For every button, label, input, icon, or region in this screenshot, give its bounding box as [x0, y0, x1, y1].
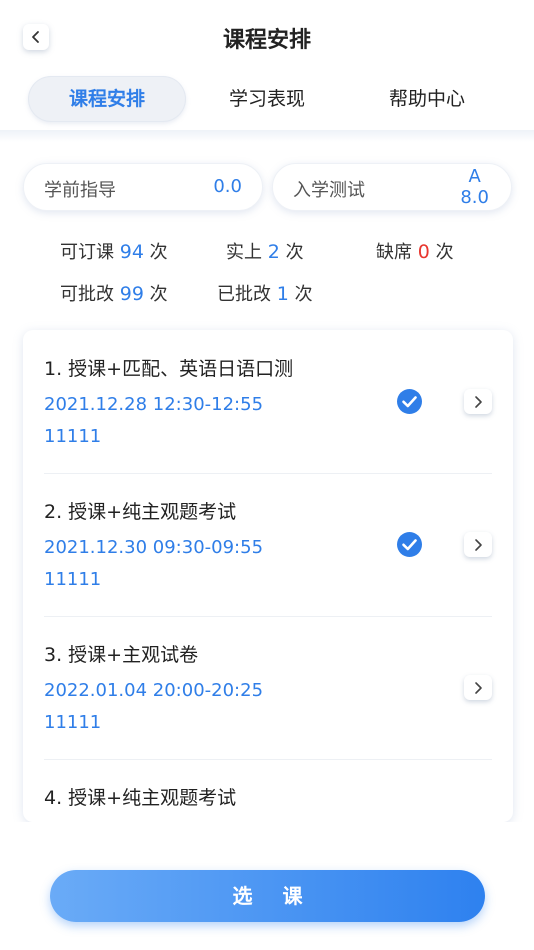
stat-attended-count: 2 [267, 241, 280, 263]
chevron-right-icon [475, 681, 482, 694]
stat-bookable-unit: 次 [149, 242, 168, 263]
stat-bookable-count: 94 [119, 241, 144, 263]
select-course-button[interactable]: 选课 [50, 870, 485, 922]
lesson-item[interactable]: 2. 授课+纯主观题考试 2021.12.30 09:30-09:55 1111… [23, 473, 513, 616]
check-circle-icon [397, 389, 422, 414]
lesson-name: 2. 授课+纯主观题考试 [44, 501, 237, 523]
stat-absent-unit: 次 [435, 242, 454, 263]
lesson-name: 1. 授课+匹配、英语日语口测 [44, 358, 294, 380]
lesson-item[interactable]: 4. 授课+纯主观题考试 [23, 759, 513, 822]
tab-learning-performance[interactable]: 学习表现 [188, 76, 346, 122]
stat-bookable: 可订课 94 次 [60, 238, 168, 264]
entrance-test-score: A 8.0 [460, 166, 489, 208]
tab-course-schedule[interactable]: 课程安排 [28, 76, 186, 122]
stat-to-grade: 可批改 99 次 [60, 280, 168, 306]
pre-guide-value: 0.0 [213, 176, 242, 197]
lesson-detail-button[interactable] [464, 532, 492, 557]
lesson-list: 1. 授课+匹配、英语日语口测 2021.12.28 12:30-12:55 1… [23, 330, 513, 822]
stat-absent-count: 0 [417, 241, 430, 263]
lesson-time: 2021.12.30 09:30-09:55 [44, 537, 264, 558]
chevron-right-icon [475, 395, 482, 408]
stat-to-grade-label: 可批改 [60, 284, 114, 305]
lesson-time: 2021.12.28 12:30-12:55 [44, 394, 264, 415]
lesson-name: 3. 授课+主观试卷 [44, 644, 199, 666]
tab-bar: 课程安排 学习表现 帮助中心 [0, 76, 534, 124]
stat-absent-label: 缺席 [376, 242, 412, 263]
stat-attended-unit: 次 [285, 242, 304, 263]
stat-graded-count: 1 [276, 283, 289, 305]
stat-graded-label: 已批改 [217, 284, 271, 305]
lesson-detail-button[interactable] [464, 389, 492, 414]
chevron-right-icon [475, 538, 482, 551]
stat-graded-unit: 次 [294, 284, 313, 305]
stat-to-grade-unit: 次 [149, 284, 168, 305]
lesson-detail-button[interactable] [464, 675, 492, 700]
stat-bookable-label: 可订课 [60, 242, 114, 263]
pre-guide-pill[interactable]: 学前指导 0.0 [23, 163, 263, 211]
lesson-time: 2022.01.04 20:00-20:25 [44, 680, 264, 701]
lesson-name: 4. 授课+纯主观题考试 [44, 787, 237, 809]
entrance-test-grade: A [468, 166, 481, 187]
check-circle-icon [397, 532, 422, 557]
tab-help-center[interactable]: 帮助中心 [348, 76, 506, 122]
page-title: 课程安排 [222, 28, 311, 53]
pre-guide-label: 学前指导 [44, 180, 116, 201]
header: 课程安排 课程安排 学习表现 帮助中心 [0, 0, 534, 132]
stat-absent: 缺席 0 次 [376, 238, 454, 264]
stat-to-grade-count: 99 [119, 283, 144, 305]
entrance-test-value: 8.0 [460, 187, 489, 208]
entrance-test-label: 入学测试 [293, 180, 365, 201]
lesson-code: 11111 [44, 569, 102, 590]
lesson-item[interactable]: 1. 授课+匹配、英语日语口测 2021.12.28 12:30-12:55 1… [23, 330, 513, 473]
stat-graded: 已批改 1 次 [217, 280, 313, 306]
entrance-test-pill[interactable]: 入学测试 A 8.0 [272, 163, 512, 211]
lesson-code: 11111 [44, 712, 102, 733]
stat-attended-label: 实上 [226, 242, 262, 263]
lesson-item[interactable]: 3. 授课+主观试卷 2022.01.04 20:00-20:25 11111 [23, 616, 513, 759]
header-divider [0, 130, 534, 142]
lesson-code: 11111 [44, 426, 102, 447]
stat-attended: 实上 2 次 [226, 238, 304, 264]
